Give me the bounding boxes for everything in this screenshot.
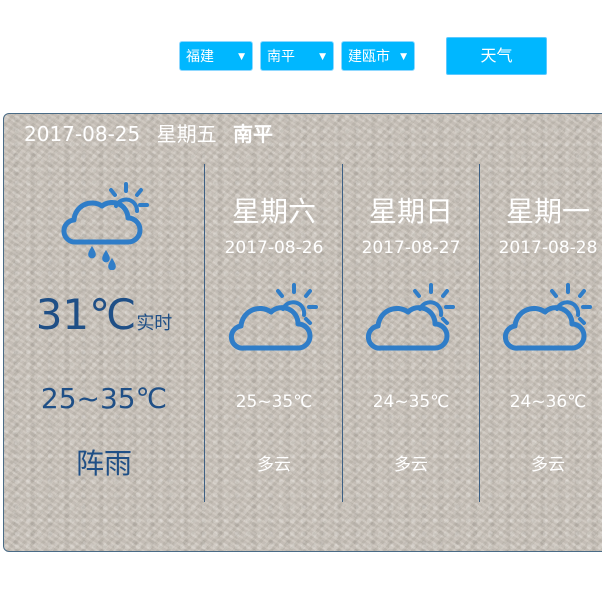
chevron-down-icon: ▼: [319, 52, 326, 62]
current-temp-row: 31℃实时: [4, 290, 204, 339]
forecast-date: 2017-08-26: [224, 238, 324, 258]
province-select-value: 福建: [186, 49, 214, 65]
realtime-label: 实时: [136, 313, 173, 334]
forecast-day: 星期日 2017-08-27 24~35℃ 多云: [343, 114, 479, 551]
today-section: 31℃实时 25~35℃ 阵雨: [4, 114, 204, 551]
forecast-date: 2017-08-28: [498, 238, 598, 258]
toolbar: 福建 ▼ 南平 ▼ 建瓯市 ▼ 天气: [0, 0, 602, 110]
forecast-date: 2017-08-27: [361, 238, 461, 258]
chevron-down-icon: ▼: [400, 52, 407, 62]
partly-cloudy-icon: [365, 283, 455, 351]
forecast-condition: 多云: [394, 455, 428, 475]
chevron-down-icon: ▼: [238, 52, 245, 62]
current-temp: 31℃: [35, 290, 137, 339]
forecast-day: 星期一 2017-08-28 24~36℃ 多云: [480, 114, 602, 551]
today-condition: 阵雨: [75, 447, 132, 480]
district-select-value: 建瓯市: [348, 49, 390, 65]
forecast-temp-range: 24~35℃: [372, 392, 450, 412]
forecast-condition: 多云: [531, 455, 565, 475]
column-divider: [204, 164, 205, 502]
province-select[interactable]: 福建 ▼: [179, 41, 253, 71]
forecast-temp-range: 24~36℃: [509, 392, 587, 412]
city-select-value: 南平: [267, 49, 295, 65]
cloud-sun-rain-icon: [61, 182, 149, 270]
weather-panel: 2017-08-25 星期五 南平 31℃实时 25~35℃ 阵雨 星期六 20…: [3, 113, 602, 552]
forecast-condition: 多云: [257, 455, 291, 475]
forecast-weekday: 星期六: [231, 195, 316, 228]
forecast-weekday: 星期一: [505, 195, 590, 228]
today-temp-range: 25~35℃: [40, 382, 168, 415]
weather-button[interactable]: 天气: [446, 37, 547, 75]
forecast-temp-range: 25~35℃: [235, 392, 313, 412]
forecast-weekday: 星期日: [368, 195, 453, 228]
partly-cloudy-icon: [502, 283, 592, 351]
district-select[interactable]: 建瓯市 ▼: [341, 41, 415, 71]
forecast-day: 星期六 2017-08-26 25~35℃ 多云: [206, 114, 342, 551]
partly-cloudy-icon: [228, 283, 318, 351]
city-select[interactable]: 南平 ▼: [260, 41, 334, 71]
